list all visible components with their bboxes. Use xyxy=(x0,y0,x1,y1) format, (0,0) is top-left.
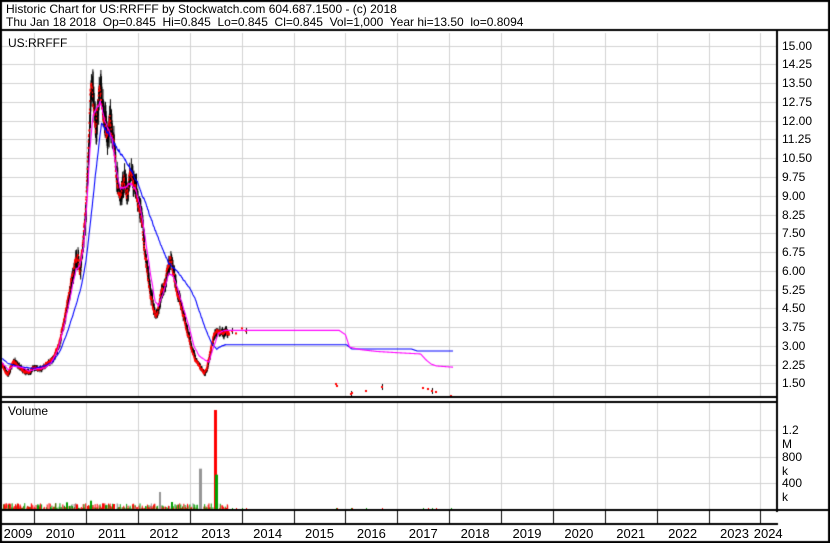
volume-tick-label: 400 k xyxy=(782,476,803,505)
year-label: 2024 xyxy=(753,526,783,541)
year-label: 2010 xyxy=(45,526,75,541)
price-tick-label: 14.25 xyxy=(782,57,813,72)
price-tick-label: 4.50 xyxy=(782,301,806,316)
price-tick-label: 5.25 xyxy=(782,282,806,297)
price-tick-label: 6.75 xyxy=(782,245,806,260)
volume-panel-label: Volume xyxy=(8,404,49,418)
year-label: 2013 xyxy=(201,526,231,541)
historic-chart-canvas xyxy=(0,0,830,543)
year-label: 2014 xyxy=(253,526,283,541)
year-label: 2020 xyxy=(564,526,594,541)
stockwatch-historic-chart-page: Historic Chart for US:RRFFF by Stockwatc… xyxy=(0,0,830,543)
price-tick-label: 13.50 xyxy=(782,76,813,91)
volume-tick-label: 800 k xyxy=(782,449,803,478)
price-tick-label: 8.25 xyxy=(782,207,806,222)
price-tick-label: 12.75 xyxy=(782,94,813,109)
year-label: 2019 xyxy=(512,526,542,541)
price-tick-label: 9.75 xyxy=(782,169,806,184)
year-label: 2021 xyxy=(616,526,646,541)
price-tick-label: 12.00 xyxy=(782,113,813,128)
price-tick-label: 15.00 xyxy=(782,38,813,53)
price-tick-label: 11.25 xyxy=(782,132,812,147)
year-label: 2012 xyxy=(149,526,179,541)
price-tick-label: 7.50 xyxy=(782,226,806,241)
year-label: 2016 xyxy=(356,526,386,541)
symbol-label: US:RRFFF xyxy=(8,36,68,50)
price-tick-label: 6.00 xyxy=(782,263,806,278)
price-tick-label: 2.25 xyxy=(782,357,806,372)
year-label: 2017 xyxy=(408,526,438,541)
price-tick-label: 9.00 xyxy=(782,188,806,203)
year-label: 2018 xyxy=(460,526,490,541)
year-label: 2022 xyxy=(668,526,698,541)
quote-summary-line: Thu Jan 18 2018 Op=0.845 Hi=0.845 Lo=0.8… xyxy=(6,15,524,29)
price-tick-label: 10.50 xyxy=(782,151,813,166)
year-label: 2011 xyxy=(97,526,126,541)
price-tick-label: 1.50 xyxy=(782,376,806,391)
volume-tick-label: 1.2 M xyxy=(782,423,799,451)
price-tick-label: 3.75 xyxy=(782,320,806,335)
year-label: 2023 xyxy=(720,526,749,541)
year-label: 2015 xyxy=(305,526,334,541)
price-tick-label: 3.00 xyxy=(782,338,806,353)
year-label: 2009 xyxy=(3,526,33,541)
